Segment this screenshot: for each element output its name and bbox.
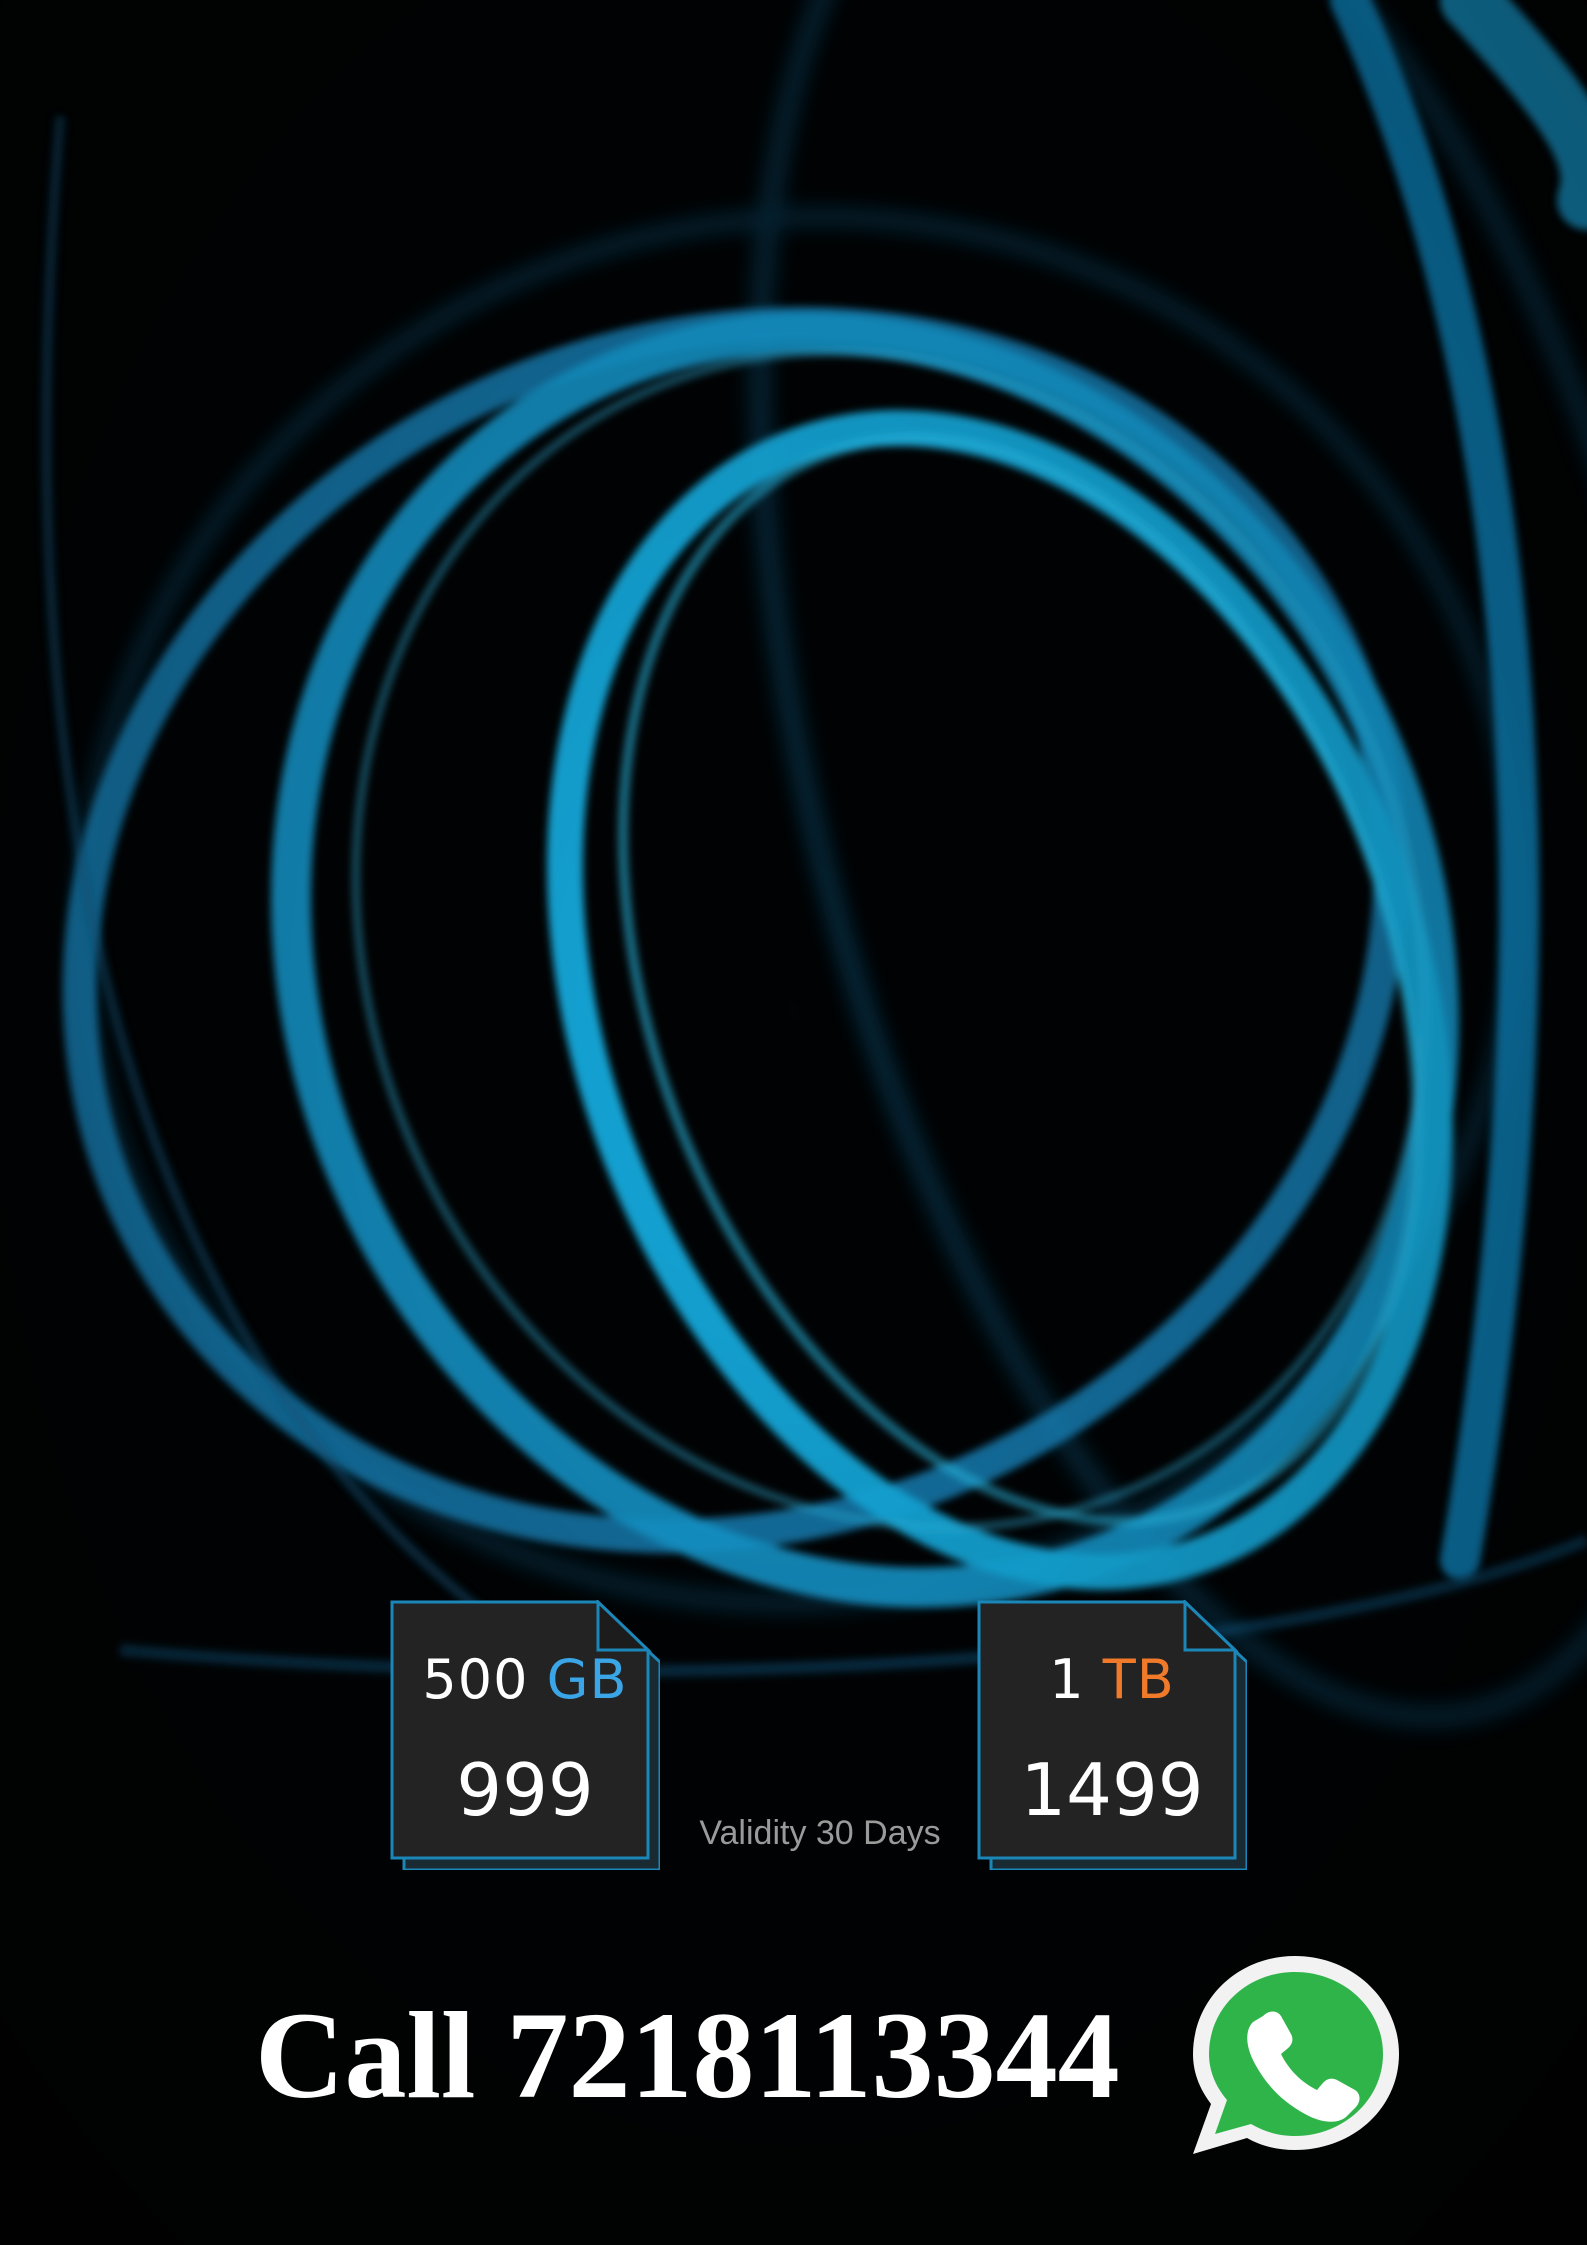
plan-size: 1 TB [977,1648,1247,1711]
plan-price: 999 [456,1748,594,1832]
whatsapp-icon[interactable] [1185,1950,1410,2160]
plan-price: 1499 [1020,1748,1204,1832]
light-ring-background [0,0,1587,2245]
plan-size: 500 GB [390,1648,660,1711]
validity-text: Validity 30 Days [699,1814,941,1852]
plan-card-500gb: 500 GB 999 [390,1600,660,1870]
plan-amount: 1 [1049,1648,1085,1711]
plan-card-1tb: 1 TB 1499 [977,1600,1247,1870]
plan-unit: TB [1102,1648,1175,1711]
plan-unit: GB [546,1648,628,1711]
call-phone-number[interactable]: Call 7218113344 [255,1985,1120,2127]
plan-amount: 500 [422,1648,529,1711]
